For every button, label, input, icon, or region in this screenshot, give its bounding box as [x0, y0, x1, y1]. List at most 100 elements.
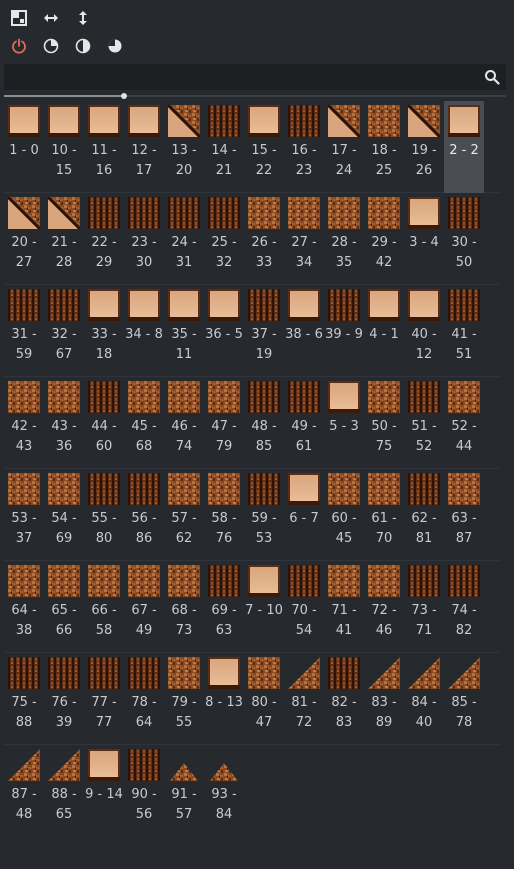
tile-item[interactable]: 32 - 67: [44, 285, 84, 377]
pie-quarter-button[interactable]: [42, 37, 60, 55]
tile-item[interactable]: 53 - 37: [4, 469, 44, 561]
tile-item[interactable]: 28 - 35: [324, 193, 364, 285]
tile-item[interactable]: 91 - 57: [164, 745, 204, 837]
tile-item[interactable]: 46 - 74: [164, 377, 204, 469]
tile-item[interactable]: 40 - 12: [404, 285, 444, 377]
tile-item[interactable]: 81 - 72: [284, 653, 324, 745]
zoom-slider-grabber[interactable]: [121, 93, 128, 99]
tile-item[interactable]: 82 - 83: [324, 653, 364, 745]
tile-item[interactable]: 1 - 0: [4, 101, 44, 193]
tile-item[interactable]: 68 - 73: [164, 561, 204, 653]
tile-item[interactable]: 5 - 3: [324, 377, 364, 469]
tile-item[interactable]: 34 - 8: [124, 285, 164, 377]
tile-item[interactable]: 23 - 30: [124, 193, 164, 285]
tile-item[interactable]: 83 - 89: [364, 653, 404, 745]
grid-button[interactable]: [10, 9, 28, 27]
tile-item[interactable]: 47 - 79: [204, 377, 244, 469]
tile-item[interactable]: 45 - 68: [124, 377, 164, 469]
tile-item[interactable]: 77 - 77: [84, 653, 124, 745]
tile-item[interactable]: 7 - 10: [244, 561, 284, 653]
fit-width-button[interactable]: [42, 9, 60, 27]
tile-item[interactable]: 64 - 38: [4, 561, 44, 653]
tile-item[interactable]: 41 - 51: [444, 285, 484, 377]
tile-item[interactable]: 49 - 61: [284, 377, 324, 469]
tile-item-selected[interactable]: 2 - 2: [444, 101, 484, 193]
tile-item[interactable]: 72 - 46: [364, 561, 404, 653]
tile-item[interactable]: 36 - 5: [204, 285, 244, 377]
tile-item[interactable]: 61 - 70: [364, 469, 404, 561]
tile-item[interactable]: 9 - 14: [84, 745, 124, 837]
tile-item[interactable]: 38 - 6: [284, 285, 324, 377]
tile-item[interactable]: 80 - 47: [244, 653, 284, 745]
tile-item[interactable]: 51 - 52: [404, 377, 444, 469]
tile-item[interactable]: 54 - 69: [44, 469, 84, 561]
tile-item[interactable]: 12 - 17: [124, 101, 164, 193]
tile-item[interactable]: 56 - 86: [124, 469, 164, 561]
tile-item[interactable]: 65 - 66: [44, 561, 84, 653]
tile-item[interactable]: 4 - 1: [364, 285, 404, 377]
tile-item[interactable]: 52 - 44: [444, 377, 484, 469]
fit-height-button[interactable]: [74, 9, 92, 27]
tile-item[interactable]: 20 - 27: [4, 193, 44, 285]
tile-item[interactable]: 31 - 59: [4, 285, 44, 377]
tile-item[interactable]: 19 - 26: [404, 101, 444, 193]
power-button[interactable]: [10, 37, 28, 55]
search-icon[interactable]: [484, 69, 500, 85]
tile-item[interactable]: 24 - 31: [164, 193, 204, 285]
zoom-slider[interactable]: [4, 93, 506, 99]
tile-item[interactable]: 74 - 82: [444, 561, 484, 653]
tile-item[interactable]: 79 - 55: [164, 653, 204, 745]
tile-item[interactable]: 58 - 76: [204, 469, 244, 561]
tile-item[interactable]: 35 - 11: [164, 285, 204, 377]
tile-item[interactable]: 42 - 43: [4, 377, 44, 469]
tile-item[interactable]: 93 - 84: [204, 745, 244, 837]
tile-item[interactable]: 15 - 22: [244, 101, 284, 193]
tile-item[interactable]: 17 - 24: [324, 101, 364, 193]
tile-item[interactable]: 73 - 71: [404, 561, 444, 653]
tile-item[interactable]: 78 - 64: [124, 653, 164, 745]
tile-item[interactable]: 60 - 45: [324, 469, 364, 561]
tile-item[interactable]: 55 - 80: [84, 469, 124, 561]
tile-item[interactable]: 18 - 25: [364, 101, 404, 193]
tile-item[interactable]: 59 - 53: [244, 469, 284, 561]
tile-item[interactable]: 13 - 20: [164, 101, 204, 193]
tile-item[interactable]: 33 - 18: [84, 285, 124, 377]
tile-item[interactable]: 66 - 58: [84, 561, 124, 653]
tile-item[interactable]: 67 - 49: [124, 561, 164, 653]
half-circle-button[interactable]: [74, 37, 92, 55]
pie-three-quarter-button[interactable]: [106, 37, 124, 55]
tile-item[interactable]: 26 - 33: [244, 193, 284, 285]
tile-item[interactable]: 76 - 39: [44, 653, 84, 745]
tile-item[interactable]: 50 - 75: [364, 377, 404, 469]
tile-item[interactable]: 37 - 19: [244, 285, 284, 377]
tile-item[interactable]: 27 - 34: [284, 193, 324, 285]
tile-item[interactable]: 84 - 40: [404, 653, 444, 745]
tile-item[interactable]: 63 - 87: [444, 469, 484, 561]
tile-item[interactable]: 43 - 36: [44, 377, 84, 469]
tile-item[interactable]: 30 - 50: [444, 193, 484, 285]
tile-item[interactable]: 6 - 7: [284, 469, 324, 561]
tile-item[interactable]: 25 - 32: [204, 193, 244, 285]
tile-item[interactable]: 48 - 85: [244, 377, 284, 469]
tile-item[interactable]: 16 - 23: [284, 101, 324, 193]
search-input[interactable]: [10, 64, 484, 92]
tile-item[interactable]: 14 - 21: [204, 101, 244, 193]
tile-item[interactable]: 3 - 4: [404, 193, 444, 285]
tile-item[interactable]: 11 - 16: [84, 101, 124, 193]
tile-item[interactable]: 21 - 28: [44, 193, 84, 285]
tile-item[interactable]: 70 - 54: [284, 561, 324, 653]
tile-item[interactable]: 87 - 48: [4, 745, 44, 837]
tile-item[interactable]: 71 - 41: [324, 561, 364, 653]
tile-item[interactable]: 29 - 42: [364, 193, 404, 285]
tile-item[interactable]: 62 - 81: [404, 469, 444, 561]
tile-item[interactable]: 44 - 60: [84, 377, 124, 469]
tile-item[interactable]: 75 - 88: [4, 653, 44, 745]
tile-item[interactable]: 90 - 56: [124, 745, 164, 837]
tile-item[interactable]: 39 - 9: [324, 285, 364, 377]
tile-item[interactable]: 10 - 15: [44, 101, 84, 193]
tile-item[interactable]: 88 - 65: [44, 745, 84, 837]
tile-item[interactable]: 85 - 78: [444, 653, 484, 745]
tile-item[interactable]: 8 - 13: [204, 653, 244, 745]
tile-item[interactable]: 22 - 29: [84, 193, 124, 285]
tile-item[interactable]: 69 - 63: [204, 561, 244, 653]
